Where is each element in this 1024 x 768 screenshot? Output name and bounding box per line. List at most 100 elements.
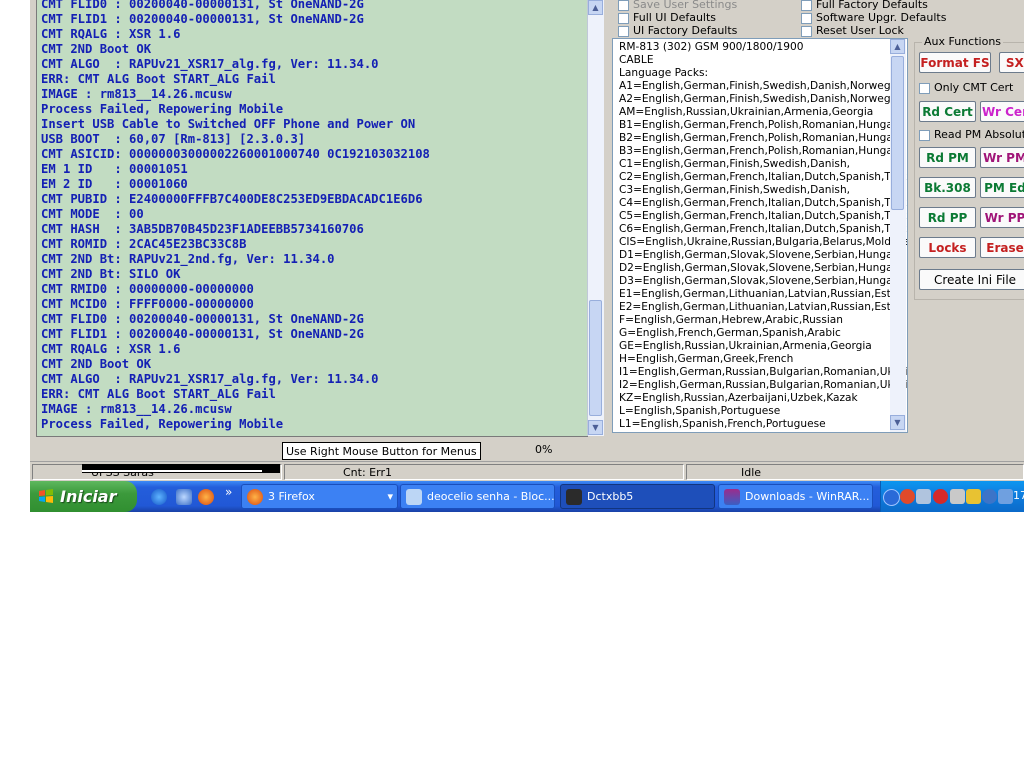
language-pack-line: D3=English,German,Slovak,Slovene,Serbian… — [619, 275, 908, 287]
scroll-up-arrow-icon[interactable]: ▲ — [588, 0, 603, 15]
status-panel-counter: Cnt: Err1 — [284, 464, 684, 480]
language-pack-line: KZ=English,Russian,Azerbaijani,Uzbek,Kaz… — [619, 392, 858, 404]
log-line: CMT 2ND Boot OK — [41, 42, 152, 56]
checkbox-box — [618, 25, 629, 37]
full-factory-defaults-checkbox[interactable]: Full Factory Defaults — [801, 0, 928, 11]
tray-lock-icon[interactable] — [966, 489, 981, 504]
checkbox-box — [919, 129, 930, 141]
winrar-icon — [724, 489, 740, 505]
tray-expand-icon[interactable] — [883, 489, 900, 506]
only-cmt-cert-checkbox[interactable]: Only CMT Cert — [919, 81, 1013, 94]
language-pack-line: A2=English,German,Finish,Swedish,Danish,… — [619, 93, 908, 105]
wr-cert-button[interactable]: Wr Cer — [980, 101, 1024, 122]
log-line: CMT 2ND Boot OK — [41, 357, 152, 371]
scroll-down-arrow-icon[interactable]: ▼ — [890, 415, 905, 430]
phoenix-app-icon — [566, 489, 582, 505]
language-pack-line: C1=English,German,Finish,Swedish,Danish, — [619, 158, 851, 170]
language-pack-line: C5=English,German,French,Italian,Dutch,S… — [619, 210, 908, 222]
log-line: CMT FLID1 : 00200040-00000131, St OneNAN… — [41, 12, 364, 26]
language-list-scrollbar[interactable]: ▲ ▼ — [890, 39, 906, 432]
firefox-quicklaunch-icon[interactable] — [198, 489, 214, 505]
log-line: CMT RQALG : XSR 1.6 — [41, 27, 181, 41]
software-upgr-defaults-checkbox[interactable]: Software Upgr. Defaults — [801, 11, 946, 24]
windows-logo-icon — [39, 489, 53, 503]
log-panel[interactable]: CMT FLID0 : 00200040-00000131, St OneNAN… — [36, 0, 588, 437]
log-line: CMT RMID0 : 00000000-00000000 — [41, 282, 254, 296]
start-button[interactable]: Iniciar — [30, 481, 137, 512]
language-pack-line: A1=English,German,Finish,Swedish,Danish,… — [619, 80, 908, 92]
tray-firefox-icon[interactable] — [900, 489, 915, 504]
show-desktop-icon[interactable] — [176, 489, 192, 505]
tooltip: Use Right Mouse Button for Menus — [282, 442, 481, 460]
rd-pp-button[interactable]: Rd PP — [919, 207, 976, 228]
save-user-settings-checkbox[interactable]: Save User Settings — [618, 0, 737, 11]
language-pack-line: Language Packs: — [619, 67, 709, 79]
app-window: CMT FLID0 : 00200040-00000131, St OneNAN… — [30, 0, 1024, 512]
sx4-button[interactable]: SX4 — [999, 52, 1024, 73]
wr-pp-button[interactable]: Wr PP — [980, 207, 1024, 228]
log-line: CMT PUBID : E2400000FFFB7C400DE8C253ED9E… — [41, 192, 423, 206]
create-ini-file-button[interactable]: Create Ini File — [919, 269, 1024, 290]
language-pack-line: C2=English,German,French,Italian,Dutch,S… — [619, 171, 908, 183]
language-pack-line: GE=English,Russian,Ukrainian,Armenia,Geo… — [619, 340, 872, 352]
log-line: Process Failed, Repowering Mobile — [41, 102, 284, 116]
tray-device-icon[interactable] — [950, 489, 965, 504]
log-scrollbar[interactable]: ▲ ▼ — [587, 0, 604, 436]
tray-antivirus-icon[interactable] — [933, 489, 948, 504]
erase-button[interactable]: Erase — [980, 237, 1024, 258]
log-line: Insert USB Cable to Switched OFF Phone a… — [41, 117, 416, 131]
log-line: ERR: CMT ALG Boot START_ALG Fail — [41, 387, 276, 401]
log-line: USB BOOT : 60,07 [Rm-813] [2.3.0.3] — [41, 132, 306, 146]
language-pack-line: B2=English,German,French,Polish,Romanian… — [619, 132, 908, 144]
wr-pm-button[interactable]: Wr PM — [980, 147, 1024, 168]
more-quicklaunch-chevron[interactable]: » — [225, 485, 232, 499]
language-pack-line: C4=English,German,French,Italian,Dutch,S… — [619, 197, 908, 209]
log-lines: CMT FLID0 : 00200040-00000131, St OneNAN… — [41, 0, 567, 432]
scroll-thumb[interactable] — [589, 300, 602, 416]
aux-functions-title: Aux Functions — [922, 35, 1004, 48]
language-pack-line: CIS=English,Ukraine,Russian,Bulgaria,Bel… — [619, 236, 908, 248]
group-dropdown-icon: ▾ — [387, 490, 393, 503]
rd-pm-button[interactable]: Rd PM — [919, 147, 976, 168]
ui-factory-defaults-checkbox[interactable]: UI Factory Defaults — [618, 24, 737, 37]
status-panel-state: Idle — [686, 464, 1024, 480]
locks-button[interactable]: Locks — [919, 237, 976, 258]
log-line: CMT FLID0 : 00200040-00000131, St OneNAN… — [41, 312, 364, 326]
language-pack-line: D1=English,German,Slovak,Slovene,Serbian… — [619, 249, 908, 261]
reset-user-lock-checkbox[interactable]: Reset User Lock — [801, 24, 904, 37]
language-pack-line: E2=English,German,Lithuanian,Latvian,Rus… — [619, 301, 908, 313]
rd-cert-button[interactable]: Rd Cert — [919, 101, 976, 122]
tray-monitor-icon[interactable] — [998, 489, 1013, 504]
firefox-icon — [247, 489, 263, 505]
internet-explorer-icon[interactable] — [151, 489, 167, 505]
format-fs-button[interactable]: Format FS — [919, 52, 991, 73]
scroll-up-arrow-icon[interactable]: ▲ — [890, 39, 905, 54]
taskbar-item-notepad[interactable]: deocelio senha - Bloc... — [400, 484, 555, 509]
log-line: CMT 2ND Bt: RAPUv21_2nd.fg, Ver: 11.34.0 — [41, 252, 335, 266]
log-line: IMAGE : rm813__14.26.mcusw — [41, 87, 232, 101]
read-pm-absolute-checkbox[interactable]: Read PM Absolute — [919, 128, 1024, 141]
log-line: CMT 2ND Bt: SILO OK — [41, 267, 181, 281]
tray-update-icon[interactable] — [982, 489, 997, 504]
taskbar-item-dctxbb5[interactable]: Dctxbb5 — [560, 484, 715, 509]
language-pack-line: C3=English,German,Finish,Swedish,Danish, — [619, 184, 851, 196]
clock[interactable]: 17 — [1013, 489, 1024, 502]
taskbar: Iniciar » 3 Firefox ▾ deocelio senha - B… — [30, 481, 1024, 512]
scroll-down-arrow-icon[interactable]: ▼ — [588, 420, 603, 435]
pm-edit-button[interactable]: PM Ed — [980, 177, 1024, 198]
language-pack-line: CABLE — [619, 54, 654, 66]
taskbar-item-firefox[interactable]: 3 Firefox ▾ — [241, 484, 398, 509]
system-tray: 17 — [880, 481, 1024, 512]
full-ui-defaults-checkbox[interactable]: Full UI Defaults — [618, 11, 716, 24]
tray-network-icon[interactable] — [916, 489, 931, 504]
bk308-button[interactable]: Bk.308 — [919, 177, 976, 198]
taskbar-item-winrar[interactable]: Downloads - WinRAR... — [718, 484, 873, 509]
checkbox-box — [801, 25, 812, 37]
scroll-thumb[interactable] — [891, 56, 904, 210]
log-line: CMT ASICID: 00000003000002260001000740 0… — [41, 147, 430, 161]
log-line: CMT MCID0 : FFFF0000-00000000 — [41, 297, 254, 311]
language-pack-list[interactable]: RM-813 (302) GSM 900/1800/1900 CABLE Langu… — [612, 38, 908, 433]
language-pack-line: RM-813 (302) GSM 900/1800/1900 — [619, 41, 804, 53]
log-line: CMT ALGO : RAPUv21_XSR17_alg.fg, Ver: 11… — [41, 57, 379, 71]
language-pack-line: L1=English,Spanish,French,Portuguese — [619, 418, 826, 430]
